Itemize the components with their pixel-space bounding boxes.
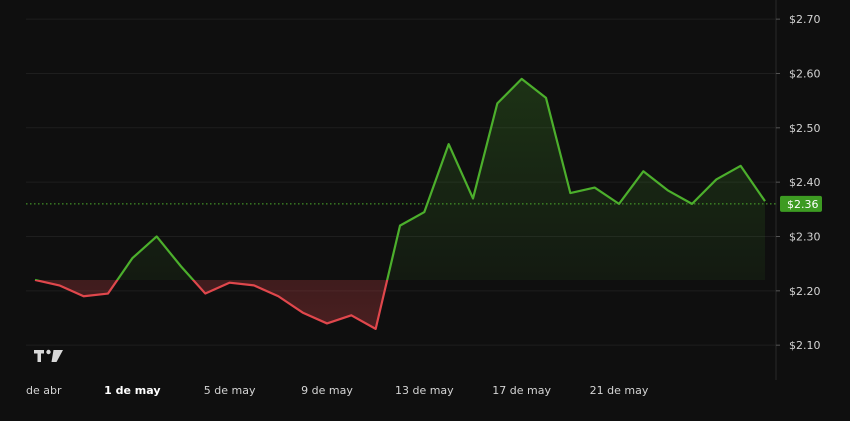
price-chart: $2.36 $2.10 $2.20 $2.30 $2.40 $2.50 $2.60 $2.7… <box>0 0 850 421</box>
x-tick-label: de abr <box>26 384 62 397</box>
y-tick-label: $2.30 <box>789 230 821 243</box>
current-price-label: $2.36 <box>787 198 819 211</box>
y-tick-label: $2.40 <box>789 176 821 189</box>
y-tick-label: $2.50 <box>789 122 821 135</box>
chart-svg: $2.36 $2.10 $2.20 $2.30 $2.40 $2.50 $2.60 $2.7… <box>26 0 822 397</box>
x-tick-label: 21 de may <box>590 384 649 397</box>
x-tick-label: 13 de may <box>395 384 454 397</box>
y-tick-label: $2.20 <box>789 285 821 298</box>
x-tick-label: 9 de may <box>301 384 353 397</box>
grid-lines <box>26 18 776 346</box>
y-tick-label: $2.70 <box>789 13 821 26</box>
x-tick-label: 5 de may <box>204 384 256 397</box>
y-tick-label: $2.60 <box>789 67 821 80</box>
x-axis: de abr 1 de may 5 de may 9 de may 13 de may 1… <box>26 384 649 397</box>
x-tick-label: 1 de may <box>104 384 160 397</box>
tradingview-logo-icon <box>34 349 63 362</box>
y-tick-label: $2.10 <box>789 339 821 352</box>
x-tick-label: 17 de may <box>492 384 551 397</box>
y-axis: $2.10 $2.20 $2.30 $2.40 $2.50 $2.60 $2.70 <box>775 0 821 380</box>
